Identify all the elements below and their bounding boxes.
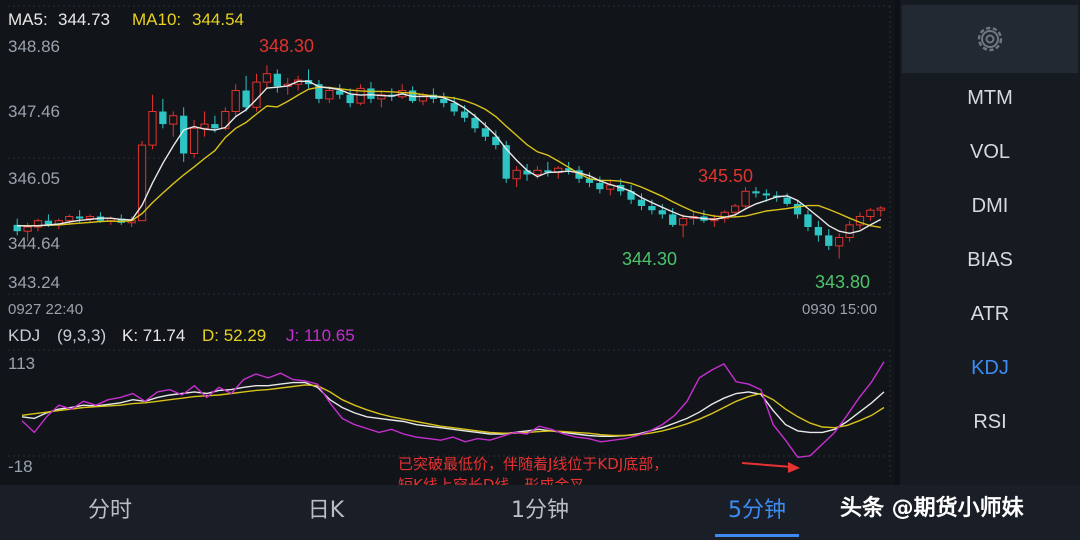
sidebar-item-atr[interactable]: ATR: [900, 294, 1080, 334]
candle-body: [762, 193, 770, 196]
candle-body: [148, 111, 157, 146]
sidebar-item-rsi[interactable]: RSI: [900, 402, 1080, 442]
candle-body: [835, 236, 844, 247]
candle-body: [866, 209, 875, 217]
candle-body: [231, 90, 240, 113]
gear-icon: [977, 26, 1003, 52]
candle-body: [752, 191, 760, 194]
y-tick-label: 343.24: [8, 273, 60, 292]
candle-body: [669, 214, 677, 225]
candle-body: [741, 190, 750, 207]
watermark: 头条 @期货小师妹: [840, 496, 1024, 521]
candle-body: [502, 145, 510, 179]
candle-body: [512, 169, 521, 180]
candle-body: [189, 127, 199, 155]
candle-body: [637, 199, 646, 206]
kdj-j-line: [21, 361, 885, 459]
low-annotation: 344.30: [622, 249, 677, 269]
candle-body: [440, 98, 448, 104]
y-tick-label: 347.46: [8, 102, 60, 121]
candle-body: [845, 224, 854, 238]
candle-body: [876, 207, 885, 211]
ma5-legend-value: 344.73: [58, 10, 110, 29]
kdj-k-value: K: 71.74: [122, 326, 185, 345]
x-start-label: 0927 22:40: [8, 301, 83, 318]
kdj-params: (9,3,3): [57, 326, 106, 345]
ma5-line: [17, 80, 882, 235]
sidebar-item-kdj[interactable]: KDJ: [900, 348, 1080, 388]
tab-timeshare[interactable]: 分时: [30, 485, 190, 537]
tab-daily-k[interactable]: 日K: [246, 485, 406, 537]
candle-body: [346, 94, 354, 104]
candle-body: [85, 215, 95, 220]
candle-body: [75, 216, 84, 219]
candle-body: [211, 124, 219, 129]
candle-body: [814, 226, 823, 236]
candle-body: [825, 235, 833, 246]
candle-body: [793, 203, 802, 215]
sidebar-item-vol[interactable]: VOL: [900, 132, 1080, 172]
candle-body: [23, 226, 32, 232]
annotation-arrow: [741, 462, 800, 473]
candle-body: [596, 182, 604, 190]
annotation-line-1: 已突破最低价，伴随着J线位于KDJ底部，: [398, 455, 669, 473]
kdj-j-value: J: 110.65: [286, 326, 355, 345]
high-annotation: 348.30: [259, 36, 314, 56]
active-tab-indicator: [715, 534, 799, 537]
candlestick-series: [13, 65, 885, 259]
candle-body: [242, 90, 250, 108]
ma10-legend-value: 344.54: [192, 10, 244, 29]
candle-body: [533, 169, 542, 175]
tab-5min[interactable]: 5分钟: [677, 485, 837, 537]
candle-body: [252, 81, 261, 108]
tab-1min[interactable]: 1分钟: [460, 485, 620, 537]
high2-annotation: 345.50: [698, 166, 753, 186]
kdj-y-tick-top: 113: [8, 354, 35, 373]
candle-body: [481, 128, 490, 137]
candle-body: [658, 210, 666, 215]
candle-body: [648, 205, 656, 211]
candle-body: [262, 73, 272, 83]
candle-body: [783, 197, 791, 204]
candle-body: [65, 215, 74, 222]
candle-body: [678, 218, 688, 226]
kdj-d-value: D: 52.29: [202, 326, 266, 345]
candle-body: [730, 205, 740, 213]
candle-body: [200, 123, 209, 129]
x-end-label: 0930 15:00: [802, 301, 877, 318]
y-tick-label: 344.64: [8, 234, 60, 253]
chart-app: MA5: 344.73 MA10: 344.54 348.86 347.46 3…: [0, 0, 1080, 540]
candle-body: [804, 214, 812, 227]
y-tick-label: 348.86: [8, 37, 60, 56]
candle-body: [273, 73, 281, 87]
sidebar-item-dmi[interactable]: DMI: [900, 186, 1080, 226]
low2-annotation: 343.80: [815, 272, 870, 292]
sidebar-item-mtm[interactable]: MTM: [900, 78, 1080, 118]
chart-canvas: MA5: 344.73 MA10: 344.54 348.86 347.46 3…: [8, 5, 891, 478]
y-tick-label: 346.05: [8, 169, 60, 188]
candle-body: [460, 111, 469, 118]
candle-body: [471, 117, 479, 129]
candle-body: [159, 111, 167, 125]
ma10-legend-label: MA10:: [132, 10, 181, 29]
candle-body: [325, 90, 334, 100]
candle-body: [169, 115, 178, 125]
candle-body: [367, 88, 375, 99]
kdj-name: KDJ: [8, 326, 40, 345]
kdj-y-tick-bottom: -18: [8, 457, 33, 476]
settings-button[interactable]: [902, 5, 1078, 73]
candle-body: [450, 103, 458, 112]
sidebar-item-bias[interactable]: BIAS: [900, 240, 1080, 280]
ma5-legend-label: MA5:: [8, 10, 48, 29]
